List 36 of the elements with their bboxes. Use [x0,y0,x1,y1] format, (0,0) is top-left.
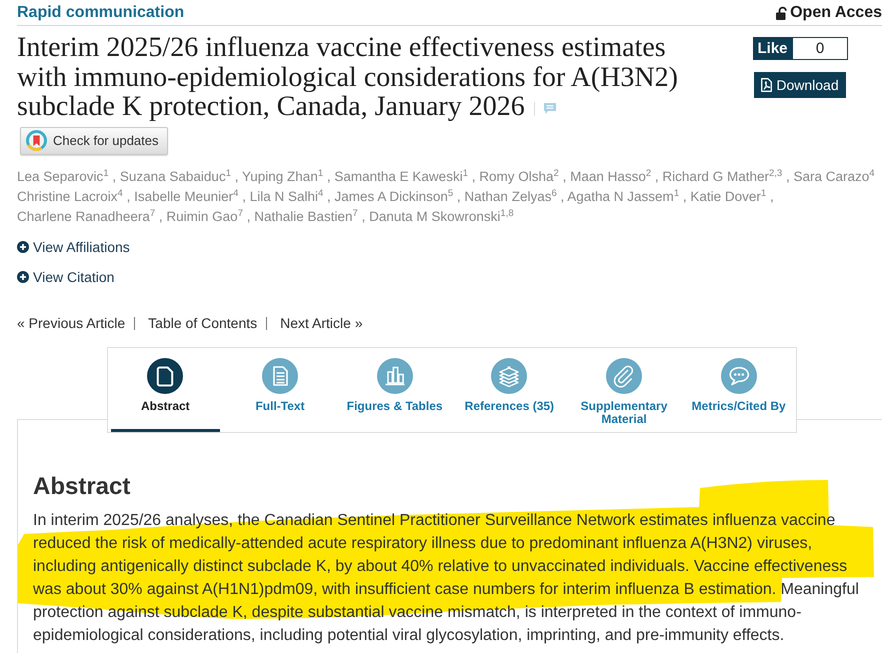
paperclip-icon [606,358,642,394]
like-count: 0 [792,37,848,60]
expand-link[interactable]: View Affiliations [17,239,130,255]
section-label: Rapid communication [17,4,184,22]
article-nav-link[interactable]: « Previous Article [17,315,126,331]
download-button[interactable]: Download [754,72,846,98]
author-list-line: Lea Separovic$^{1}$ , Suzana Sabaiduc$^{1}$ , Yuping Zhan$^{1}$ , Samantha E Kaweski$^{1}$ , Romy Olsha$^{2}$ , Maan Hasso$^{2}$ , Richard G Mather$^{2,3}$ , Sara Carazo$^{4}$ [17,167,875,186]
paper-stack-icon [491,358,528,394]
speech-bubble-icon [720,358,757,394]
pdf-file-icon [761,78,772,92]
expand-link[interactable]: View Citation [17,269,114,285]
lock-icon [776,6,788,20]
article-title-line: with immuno-epidemiological considerations for A(H3N2) [17,62,678,92]
comment-icon[interactable] [544,103,556,114]
tab[interactable]: Abstract [111,348,220,432]
article-nav-link[interactable]: Table of Contents [148,315,258,331]
text-document-icon [262,358,298,394]
tab[interactable]: Figures & Tables [340,348,450,432]
bar-chart-icon [376,358,413,394]
open-access-label: Open Acces [790,4,882,22]
document-icon [147,358,184,394]
tab[interactable]: Metrics/Cited By [684,348,794,432]
bookmark-ring-icon [26,130,47,151]
abstract-heading: Abstract [33,473,130,501]
article-nav-link[interactable]: Next Article » [280,315,363,331]
tab[interactable]: References (35) [455,348,564,432]
article-title-line: subclade K protection, Canada, January 2026 [17,92,525,122]
author-list-line: Charlene Ranadheera$^{7}$ , Ruimin Gao$^{7}$ , Nathalie Bastien$^{7}$ , Danuta M Skowronski$^{1,8}$ [17,207,514,226]
like-button[interactable]: Like [753,37,792,60]
article-title-line: Interim 2025/26 influenza vaccine effectiveness estimates [17,33,666,62]
plus-circle-icon [17,271,29,283]
author-list-line: Christine Lacroix$^{4}$ , Isabelle Meunier$^{4}$ , Lila N Salhi$^{4}$ , James A Dickinson$^{5}$ , Nathan Zelyas$^{6}$ , Agatha N Jassem$^{1}$ , Katie Dover$^{1}$ , [17,187,774,206]
plus-circle-icon [17,241,29,253]
tab[interactable]: Supplementary Material [570,348,678,432]
tab[interactable]: Full-Text [226,348,334,432]
check-updates-button[interactable]: Check for updates [20,126,168,154]
